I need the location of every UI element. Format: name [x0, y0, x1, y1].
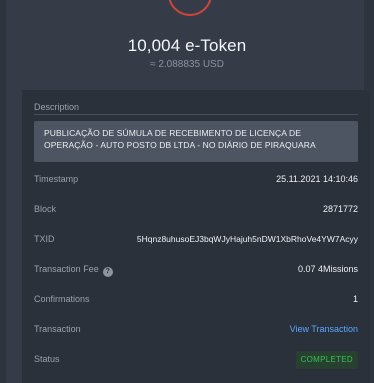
- fee-row: Transaction Fee? 0.07 4Missions: [34, 262, 358, 277]
- fee-label-wrap: Transaction Fee?: [34, 262, 113, 277]
- transaction-label: Transaction: [34, 324, 81, 334]
- timestamp-row: Timestamp 25.11.2021 14:10:46: [34, 172, 358, 186]
- description-text: PUBLICAÇÃO DE SÚMULA DE RECEBIMENTO DE L…: [34, 121, 358, 162]
- description-label: Description: [34, 102, 80, 112]
- timestamp-label: Timestamp: [34, 174, 79, 184]
- fee-label: Transaction Fee: [34, 264, 99, 274]
- view-transaction-link[interactable]: View Transaction: [290, 322, 358, 336]
- token-logo-icon: [168, 0, 212, 16]
- details-panel: Description PUBLICAÇÃO DE SÚMULA DE RECE…: [22, 90, 370, 383]
- confirmations-label: Confirmations: [34, 294, 90, 304]
- timestamp-value: 25.11.2021 14:10:46: [276, 174, 358, 184]
- info-icon[interactable]: ?: [102, 267, 113, 277]
- block-label: Block: [34, 204, 57, 214]
- confirmations-value: 1: [352, 294, 358, 304]
- txid-row: TXID 5Hqnz8uhusoEJ3bqWJyHajuh5nDW1XbRhoV…: [34, 232, 358, 246]
- status-badge: COMPLETED: [295, 351, 358, 369]
- token-amount: 10,004 e-Token: [127, 36, 247, 55]
- status-row: Status COMPLETED: [34, 351, 358, 369]
- usd-equivalent: ≈ 2.088835 USD: [150, 59, 224, 70]
- status-value-wrap: COMPLETED: [295, 351, 358, 369]
- description-divider: [34, 114, 358, 115]
- left-edge: [0, 0, 6, 383]
- fee-value: 0.07 4Missions: [297, 264, 358, 274]
- block-row: Block 2871772: [34, 202, 358, 216]
- block-value: 2871772: [322, 204, 358, 214]
- transaction-row: Transaction View Transaction: [34, 322, 358, 336]
- confirmations-row: Confirmations 1: [34, 292, 358, 306]
- status-label: Status: [34, 354, 60, 364]
- transaction-details-card: 10,004 e-Token ≈ 2.088835 USD Descriptio…: [0, 0, 374, 383]
- txid-value: 5Hqnz8uhusoEJ3bqWJyHajuh5nDW1XbRhoVe4YW7…: [136, 234, 358, 244]
- txid-label: TXID: [34, 234, 55, 244]
